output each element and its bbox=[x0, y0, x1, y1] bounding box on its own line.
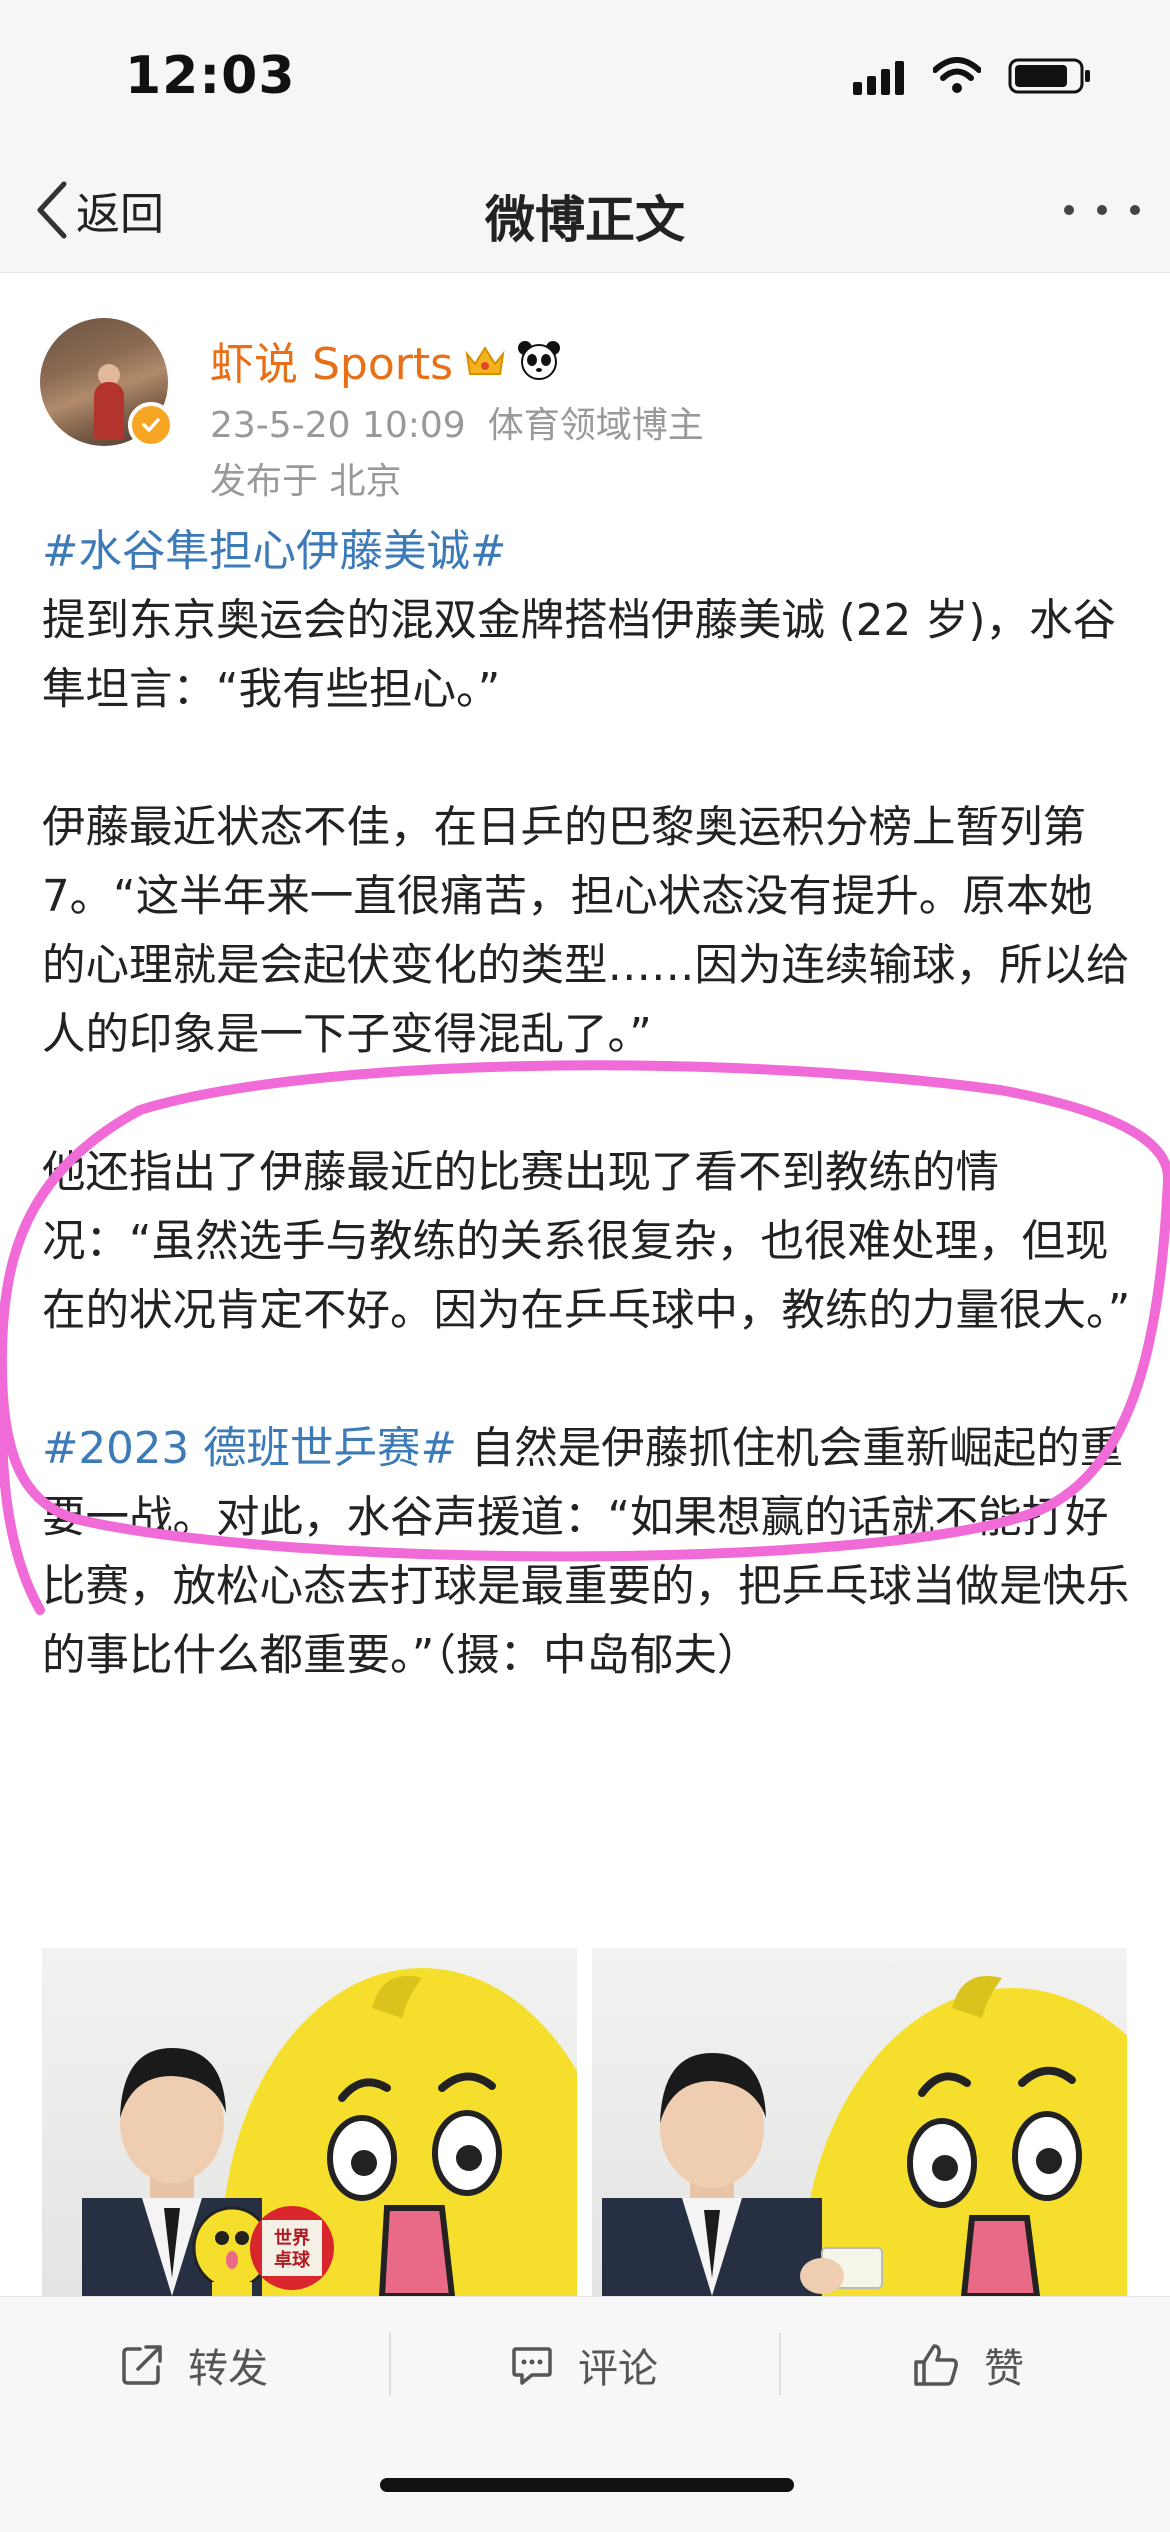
author-role: 体育领域博主 bbox=[487, 405, 704, 446]
nav-bar: 微博正文 返回 bbox=[0, 150, 1170, 273]
more-button[interactable] bbox=[1064, 190, 1140, 230]
action-toolbar: 转发 评论 赞 bbox=[0, 2296, 1170, 2433]
post-body: #水谷隼担心伊藤美诚# 提到东京奥运会的混双金牌搭档伊藤美诚 (22 岁)，水谷… bbox=[42, 518, 1132, 1691]
page-title: 微博正文 bbox=[485, 191, 685, 249]
photo-thumbnail[interactable] bbox=[592, 1948, 1127, 2296]
repost-label: 转发 bbox=[188, 2346, 268, 2392]
status-time: 12:03 bbox=[125, 46, 296, 106]
post-header: 虾说 Sports 23-5-20 10:09 体育领域博主 发布于 北京 bbox=[0, 272, 1170, 512]
more-dots-icon bbox=[1064, 205, 1074, 215]
like-label: 赞 bbox=[984, 2346, 1024, 2392]
chevron-left-icon bbox=[37, 181, 67, 239]
post-paragraph: 提到东京奥运会的混双金牌搭档伊藤美诚 (22 岁)，水谷隼坦言：“我有些担心。” bbox=[42, 596, 1116, 715]
photo-sign-line2: 卓球 bbox=[274, 2249, 311, 2271]
thumbs-up-icon bbox=[914, 2344, 958, 2386]
topic-link[interactable]: #2023 德班世乒赛# bbox=[42, 1424, 457, 1474]
wifi-icon bbox=[933, 57, 981, 93]
home-indicator[interactable] bbox=[380, 2478, 794, 2492]
comment-icon bbox=[512, 2347, 552, 2385]
back-button[interactable]: 返回 bbox=[34, 178, 164, 242]
repost-button[interactable]: 转发 bbox=[120, 2297, 268, 2433]
verified-badge-icon bbox=[128, 402, 174, 448]
author-name-row[interactable]: 虾说 Sports bbox=[210, 328, 561, 392]
post-paragraph: 伊藤最近状态不佳，在日乒的巴黎奥运积分榜上暂列第 7。“这半年来一直很痛苦，担心… bbox=[42, 803, 1130, 1060]
signal-icon bbox=[853, 61, 904, 95]
share-icon bbox=[122, 2345, 162, 2385]
toolbar-divider bbox=[779, 2333, 781, 2395]
status-bar: 12:03 bbox=[0, 0, 1170, 150]
author-name: 虾说 Sports bbox=[210, 339, 454, 390]
comment-label: 评论 bbox=[578, 2346, 658, 2392]
post-location: 发布于 北京 bbox=[210, 461, 402, 502]
post-timestamp: 23-5-20 10:09 bbox=[210, 405, 466, 446]
post-paragraph: 他还指出了伊藤最近的比赛出现了看不到教练的情况：“虽然选手与教练的关系很复杂，也… bbox=[42, 1148, 1131, 1336]
crown-icon bbox=[465, 346, 505, 375]
comment-button[interactable]: 评论 bbox=[510, 2297, 658, 2433]
photo-thumbnail[interactable]: 世界 卓球 bbox=[42, 1948, 577, 2296]
post-meta: 23-5-20 10:09 体育领域博主 bbox=[210, 396, 704, 448]
home-area bbox=[0, 2432, 1170, 2532]
panda-icon bbox=[518, 341, 561, 380]
battery-icon bbox=[1008, 58, 1090, 94]
topic-link[interactable]: #水谷隼担心伊藤美诚# bbox=[42, 527, 506, 577]
like-button[interactable]: 赞 bbox=[912, 2297, 1024, 2433]
photo-grid: 世界 卓球 bbox=[42, 1948, 1128, 2296]
photo-sign-line1: 世界 bbox=[274, 2228, 310, 2249]
toolbar-divider bbox=[389, 2333, 391, 2395]
back-label: 返回 bbox=[76, 189, 164, 240]
